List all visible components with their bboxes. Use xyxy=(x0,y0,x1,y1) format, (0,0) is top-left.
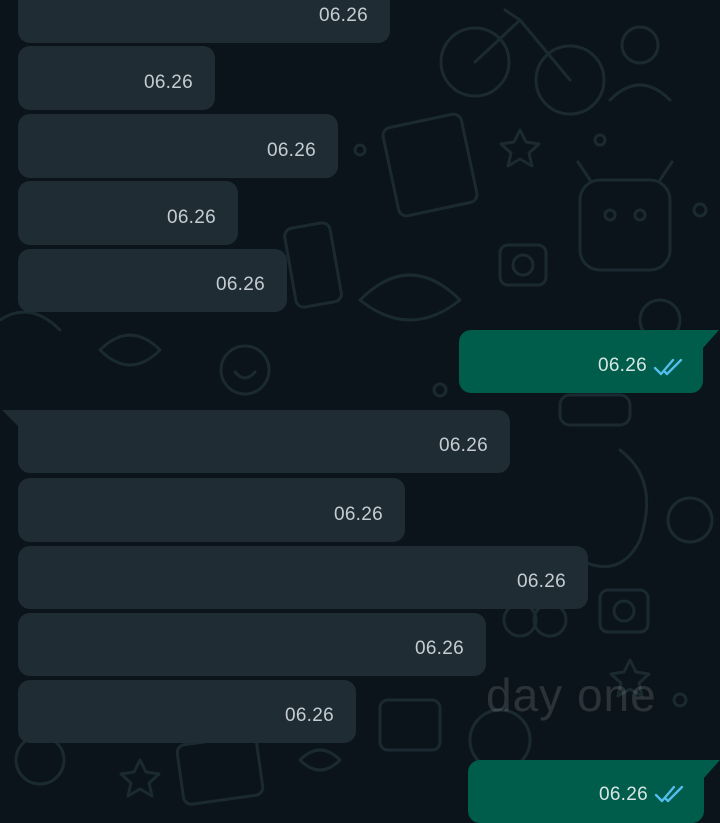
message-bubble[interactable]: 06.26 xyxy=(18,181,238,245)
message-bubble[interactable]: 06.26 xyxy=(18,680,356,743)
read-double-check-icon xyxy=(654,785,684,803)
message-time: 06.26 xyxy=(284,705,334,726)
message-bubble[interactable]: 06.26 xyxy=(18,410,510,473)
message-time: 06.26 xyxy=(166,207,216,228)
message-bubble[interactable]: 06.26 xyxy=(18,613,486,676)
message-bubble[interactable]: 06.26 xyxy=(18,478,405,542)
message-bubble-outgoing[interactable]: 06.26 xyxy=(459,330,703,393)
bubble-tail-outgoing xyxy=(703,330,719,348)
message-time: 06.26 xyxy=(516,571,566,592)
message-time: 06.26 xyxy=(414,638,464,659)
message-time: 06.26 xyxy=(597,355,647,376)
message-bubble[interactable]: 06.26 xyxy=(18,46,215,110)
message-bubble-outgoing[interactable]: 06.26 xyxy=(468,760,704,823)
watermark-text: day one xyxy=(486,669,657,721)
message-bubble[interactable]: 06.26 xyxy=(18,546,588,609)
message-bubble[interactable]: 06.26 xyxy=(18,249,287,312)
message-time: 06.26 xyxy=(438,435,488,456)
message-time: 06.26 xyxy=(215,274,265,295)
message-bubble[interactable]: 06.26 xyxy=(18,0,390,43)
message-bubble[interactable]: 06.26 xyxy=(18,114,338,178)
message-time: 06.26 xyxy=(143,72,193,93)
bubble-tail-outgoing xyxy=(704,760,720,778)
message-time: 06.26 xyxy=(266,140,316,161)
message-time: 06.26 xyxy=(318,5,368,26)
message-time: 06.26 xyxy=(598,784,648,805)
read-double-check-icon xyxy=(653,358,683,376)
message-time: 06.26 xyxy=(333,504,383,525)
